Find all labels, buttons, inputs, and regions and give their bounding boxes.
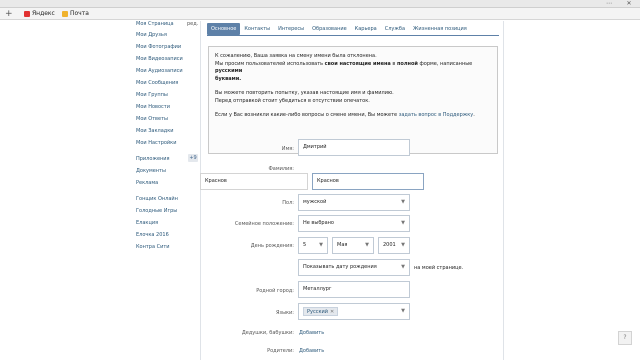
languages-input[interactable]: Русский ✕ ▼ [298, 303, 410, 320]
birthday-day-select[interactable]: 5 ▼ [298, 237, 328, 254]
help-button[interactable]: ? [618, 331, 632, 345]
notice-line: Если у Вас возникли какие-либо вопросы о… [215, 112, 475, 118]
sidebar-item-app-yolochka[interactable]: Елочка 2016 [136, 232, 169, 238]
remove-tag-icon[interactable]: ✕ [330, 309, 334, 315]
birthday-label: День рождения: [250, 243, 294, 249]
chevron-down-icon: ▼ [401, 308, 405, 314]
sidebar-item-documents[interactable]: Документы [136, 168, 166, 174]
browser-toolbar: ⋯ ✕ [0, 0, 640, 8]
page: Моя Страница ред. Мои Друзья Мои Фотогра… [0, 21, 640, 360]
sidebar-item-bookmarks[interactable]: Мои Закладки [136, 128, 174, 134]
languages-label: Языки: [275, 310, 294, 316]
add-parents-link[interactable]: Добавить [299, 348, 324, 354]
tab-interests[interactable]: Интересы [274, 23, 308, 35]
notice-line: Мы просим пользователей использовать сво… [215, 60, 473, 75]
sidebar-item-app-racer[interactable]: Гонщик Онлайн [136, 196, 178, 202]
birthday-visibility-value: Показывать дату рождения [303, 264, 377, 270]
birthday-year-value: 2001 [383, 242, 396, 248]
tab-life-position[interactable]: Жизненная позиция [409, 23, 471, 35]
sidebar-item-groups[interactable]: Мои Группы [136, 92, 168, 98]
tab-career[interactable]: Карьера [351, 23, 381, 35]
birthday-visibility-note: на моей странице. [414, 265, 464, 271]
chevron-down-icon: ▼ [401, 199, 405, 205]
gender-value: мужской [303, 199, 327, 205]
sidebar-item-friends[interactable]: Мои Друзья [136, 32, 167, 38]
mail-icon [62, 11, 68, 17]
bookmark-mail[interactable]: Почта [62, 10, 89, 18]
bookmark-label: Почта [70, 10, 89, 17]
name-change-rejected-notice: К сожалению, Ваша заявка на смену имени … [208, 46, 498, 154]
yandex-icon [24, 11, 30, 17]
marital-status-select[interactable]: Не выбрано ▼ [298, 215, 410, 232]
grandparents-label: Дедушки, бабушки: [241, 330, 294, 336]
support-link[interactable]: задать вопрос в Поддержку [399, 112, 474, 118]
birthday-month-value: Мая [337, 242, 348, 248]
tab-service[interactable]: Служба [381, 23, 409, 35]
profile-tabs: Основное Контакты Интересы Образование К… [207, 23, 471, 35]
first-name-label: Имя: [281, 146, 294, 152]
apps-count-badge[interactable]: +9 [188, 154, 198, 162]
add-grandparents-link[interactable]: Добавить [299, 330, 324, 336]
chevron-down-icon: ▼ [401, 242, 405, 248]
edit-link[interactable]: ред. [187, 21, 198, 27]
birthday-visibility-select[interactable]: Показывать дату рождения ▼ [298, 259, 410, 276]
sidebar-item-app-hunger-games[interactable]: Голодные Игры [136, 208, 177, 214]
sidebar-item-my-page[interactable]: Моя Страница [136, 21, 174, 27]
tab-basic[interactable]: Основное [207, 23, 241, 35]
notice-line: Перед отправкой стоит убедиться в отсутс… [215, 97, 370, 104]
tabs-divider [207, 35, 499, 36]
language-tag[interactable]: Русский ✕ [303, 307, 339, 316]
tab-contacts[interactable]: Контакты [240, 23, 274, 35]
sidebar-item-ads[interactable]: Реклама [136, 180, 158, 186]
last-name-label: Фамилия: [268, 166, 294, 172]
last-name-ghost-field: Краснов [200, 173, 308, 190]
bookmark-yandex[interactable]: Яндекс [24, 10, 55, 18]
tab-education[interactable]: Образование [308, 23, 351, 35]
sidebar-item-answers[interactable]: Мои Ответы [136, 116, 168, 122]
sidebar-item-apps[interactable]: Приложения [136, 156, 170, 162]
marital-status-label: Семейное положение: [234, 221, 294, 227]
last-name-input[interactable]: Краснов [312, 173, 424, 190]
sidebar-item-app-elaktsiya[interactable]: Елакция [136, 220, 158, 226]
sidebar-item-photos[interactable]: Мои Фотографии [136, 44, 181, 50]
sidebar-item-app-contra-city[interactable]: Контра Сити [136, 244, 170, 250]
parents-label: Родители: [267, 348, 294, 354]
chevron-down-icon: ▼ [401, 264, 405, 270]
hometown-input[interactable]: Металлург [298, 281, 410, 298]
menu-icon[interactable]: ⋯ [604, 0, 614, 8]
sidebar-item-messages[interactable]: Мои Сообщения [136, 80, 178, 86]
first-name-input[interactable]: Дмитрий [298, 139, 410, 156]
sidebar-item-settings[interactable]: Мои Настройки [136, 140, 176, 146]
gender-select[interactable]: мужской ▼ [298, 194, 410, 211]
gender-label: Пол: [282, 200, 294, 206]
chevron-down-icon: ▼ [365, 242, 369, 248]
notice-line: Вы можете повторить попытку, указав наст… [215, 90, 394, 96]
hometown-label: Родной город: [256, 288, 294, 294]
notice-line: К сожалению, Ваша заявка на смену имени … [215, 53, 377, 59]
bookmark-label: Яндекс [32, 10, 55, 17]
sidebar-item-videos[interactable]: Мои Видеозаписи [136, 56, 183, 62]
birthday-day-value: 5 [303, 242, 307, 248]
sidebar-item-news[interactable]: Мои Новости [136, 104, 170, 110]
close-icon[interactable]: ✕ [624, 0, 634, 8]
chevron-down-icon: ▼ [401, 220, 405, 226]
sidebar-item-audio[interactable]: Мои Аудиозаписи [136, 68, 183, 74]
bookmarks-bar: + Яндекс Почта [0, 8, 640, 20]
birthday-year-select[interactable]: 2001 ▼ [378, 237, 410, 254]
chevron-down-icon: ▼ [319, 242, 323, 248]
marital-status-value: Не выбрано [303, 220, 334, 226]
birthday-month-select[interactable]: Мая ▼ [332, 237, 374, 254]
plus-icon[interactable]: + [5, 9, 13, 19]
notice-line: буквами. [215, 75, 242, 82]
